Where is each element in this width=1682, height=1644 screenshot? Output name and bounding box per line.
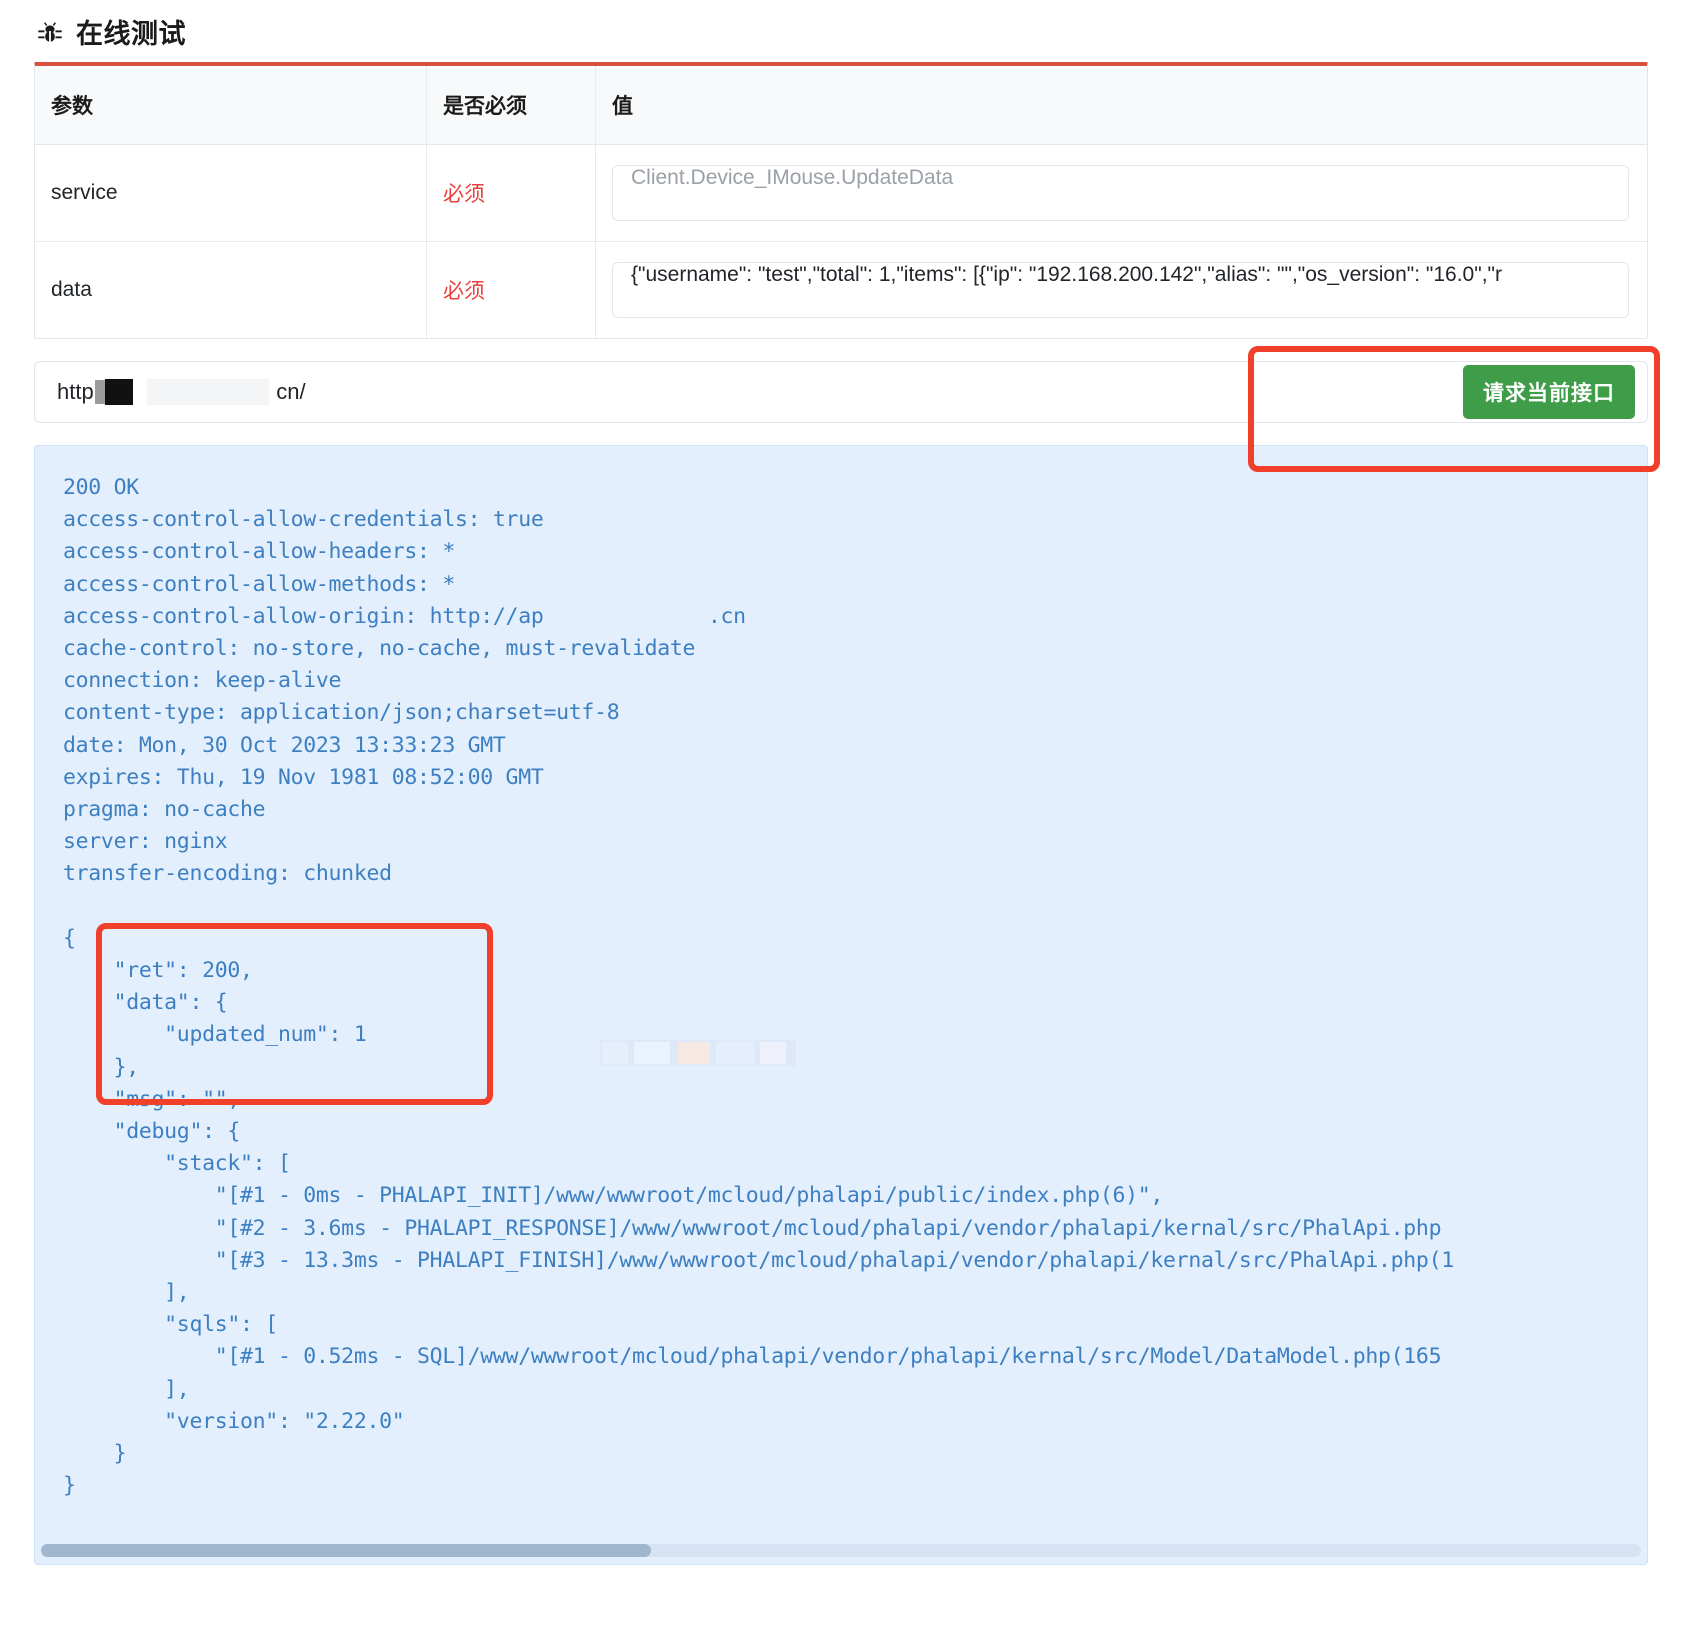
- request-bar: http://a cn/ 请求当前接口: [34, 361, 1648, 423]
- required-badge: 必须: [443, 280, 485, 303]
- param-required-service: 必须: [426, 144, 596, 242]
- url-redaction-black: [105, 379, 133, 405]
- page-title: 在线测试: [76, 18, 186, 49]
- bug-icon: [36, 18, 64, 46]
- response-panel[interactable]: 200 OK access-control-allow-credentials:…: [34, 445, 1648, 1565]
- request-current-interface-button[interactable]: 请求当前接口: [1463, 365, 1635, 419]
- online-test-page: 在线测试 参数 是否必须 值 service 必须 Client.Device_: [0, 0, 1682, 1644]
- param-value-cell-data: {"username": "test","total": 1,"items": …: [596, 242, 1648, 339]
- origin-redaction-blur: [600, 1040, 796, 1066]
- horizontal-scrollbar-track[interactable]: [41, 1544, 1641, 1557]
- param-required-data: 必须: [426, 241, 596, 338]
- url-input[interactable]: http://a cn/: [34, 361, 1394, 423]
- horizontal-scrollbar-thumb[interactable]: [41, 1544, 651, 1557]
- parameters-panel: 参数 是否必须 值 service 必须 Client.Device_IMous…: [34, 62, 1648, 339]
- parameters-table: 参数 是否必须 值 service 必须 Client.Device_IMous…: [35, 66, 1647, 338]
- response-body: { "ret": 200, "data": { "updated_num": 1…: [63, 925, 1454, 1499]
- param-name-data: data: [35, 241, 427, 338]
- column-header-value: 值: [595, 66, 1647, 145]
- service-input[interactable]: Client.Device_IMouse.UpdateData: [612, 165, 1629, 221]
- table-header-row: 参数 是否必须 值: [35, 66, 1647, 145]
- url-suffix: cn/: [276, 379, 306, 404]
- param-name-service: service: [35, 144, 427, 242]
- data-input[interactable]: {"username": "test","total": 1,"items": …: [612, 262, 1629, 318]
- table-row: data 必须 {"username": "test","total": 1,"…: [35, 241, 1648, 339]
- url-redaction-blur: [147, 379, 269, 405]
- page-header: 在线测试: [34, 0, 1648, 62]
- response-output: 200 OK access-control-allow-credentials:…: [35, 446, 1647, 1503]
- table-head: 参数 是否必须 值: [35, 66, 1647, 145]
- response-status-line: 200 OK: [63, 475, 139, 500]
- table-row: service 必须 Client.Device_IMouse.UpdateDa…: [35, 144, 1647, 242]
- submit-button-shell: 请求当前接口: [1394, 361, 1648, 423]
- column-header-param: 参数: [35, 66, 427, 145]
- required-badge: 必须: [443, 183, 485, 206]
- column-header-required: 是否必须: [426, 66, 596, 145]
- param-value-cell-service: Client.Device_IMouse.UpdateData: [595, 144, 1647, 242]
- response-headers: access-control-allow-credentials: true a…: [63, 507, 746, 887]
- table-body: service 必须 Client.Device_IMouse.UpdateDa…: [35, 144, 1648, 339]
